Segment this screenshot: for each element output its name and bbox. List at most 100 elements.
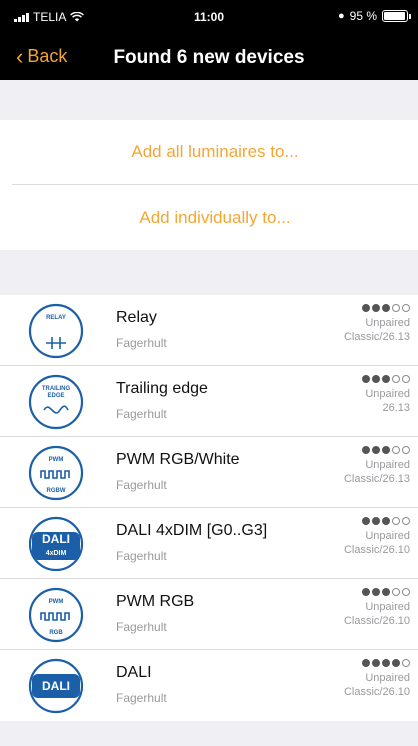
firmware-version: Classic/26.10	[343, 686, 410, 698]
signal-dot	[402, 588, 410, 596]
pairing-status: Unpaired	[365, 317, 410, 329]
signal-strength-indicator	[344, 516, 410, 526]
signal-strength-indicator	[344, 587, 410, 597]
icon-label-top: DALI	[42, 679, 70, 693]
signal-dot	[362, 446, 370, 454]
device-manufacturer: Fagerhult	[116, 620, 167, 634]
add-actions-group: Add all luminaires to... Add individuall…	[0, 120, 418, 250]
signal-dot	[382, 659, 390, 667]
device-name: DALI	[116, 664, 152, 681]
signal-strength-indicator	[362, 374, 410, 384]
pwm-rgbw-icon: PWM RGBW	[28, 445, 84, 501]
navigation-bar: ‹ Back Found 6 new devices	[0, 36, 418, 80]
pairing-status: Unpaired	[365, 601, 410, 613]
section-spacer	[0, 80, 418, 120]
device-meta: Unpaired 26.13	[362, 374, 410, 415]
signal-dot	[402, 517, 410, 525]
firmware-version: Classic/26.10	[343, 544, 410, 556]
device-row[interactable]: PWM RGB PWM RGB Fagerhult Unpaired Classic…	[0, 579, 418, 650]
section-spacer	[0, 250, 418, 295]
device-row[interactable]: DALI DALI Fagerhult Unpaired Classic/26.1…	[0, 650, 418, 721]
pairing-status: Unpaired	[365, 530, 410, 542]
icon-label-bottom: RGBW	[47, 488, 66, 494]
signal-dot	[362, 375, 370, 383]
icon-label-top: PWM	[49, 599, 64, 605]
signal-dot	[382, 304, 390, 312]
signal-dot	[402, 659, 410, 667]
device-list: RELAY Relay Fagerhult Unpaired Classic/26…	[0, 295, 418, 721]
icon-label-top: DALI	[42, 532, 70, 546]
device-manufacturer: Fagerhult	[116, 336, 167, 350]
icon-label-bottom: EDGE	[47, 393, 64, 399]
device-manufacturer: Fagerhult	[116, 407, 167, 421]
device-row[interactable]: RELAY Relay Fagerhult Unpaired Classic/26…	[0, 295, 418, 366]
firmware-version: Classic/26.13	[343, 331, 410, 343]
signal-dot	[362, 304, 370, 312]
signal-dot	[372, 588, 380, 596]
signal-strength-indicator	[344, 658, 410, 668]
signal-strength-indicator	[344, 303, 410, 313]
device-meta: Unpaired Classic/26.13	[344, 445, 410, 486]
signal-dot	[392, 446, 400, 454]
device-name: PWM RGB/White	[116, 451, 240, 468]
firmware-version: Classic/26.13	[343, 473, 410, 485]
signal-dot	[392, 304, 400, 312]
battery-icon	[382, 10, 411, 22]
pwm-rgb-icon: PWM RGB	[28, 587, 84, 643]
orientation-lock-icon: ●	[337, 10, 345, 22]
bottom-spacer	[0, 721, 418, 746]
signal-dot	[392, 588, 400, 596]
signal-dot	[372, 304, 380, 312]
dali-4xdim-icon: DALI 4xDIM	[28, 516, 84, 572]
add-individually-button[interactable]: Add individually to...	[12, 185, 418, 250]
signal-dot	[372, 446, 380, 454]
device-name: Trailing edge	[116, 380, 208, 397]
device-row[interactable]: TRAILING EDGE Trailing edge Fagerhult Unpa…	[0, 366, 418, 437]
pairing-status: Unpaired	[365, 672, 410, 684]
device-name: DALI 4xDIM [G0..G3]	[116, 522, 268, 539]
signal-dot	[392, 517, 400, 525]
relay-icon: RELAY	[28, 303, 84, 359]
device-meta: Unpaired Classic/26.13	[344, 303, 410, 344]
signal-dot	[392, 659, 400, 667]
battery-percent: 95 %	[349, 9, 377, 23]
device-manufacturer: Fagerhult	[116, 691, 167, 705]
signal-dot	[372, 517, 380, 525]
icon-label-top: PWM	[49, 457, 64, 463]
device-meta: Unpaired Classic/26.10	[344, 516, 410, 557]
device-meta: Unpaired Classic/26.10	[344, 658, 410, 699]
add-all-luminaires-button[interactable]: Add all luminaires to...	[12, 120, 418, 185]
signal-dot	[382, 588, 390, 596]
device-manufacturer: Fagerhult	[116, 549, 167, 563]
signal-dot	[362, 517, 370, 525]
signal-dot	[382, 375, 390, 383]
signal-dot	[402, 446, 410, 454]
device-row[interactable]: DALI 4xDIM DALI 4xDIM [G0..G3] Fagerhult U…	[0, 508, 418, 579]
signal-dot	[382, 517, 390, 525]
device-name: Relay	[116, 309, 157, 326]
signal-strength-indicator	[344, 445, 410, 455]
dali-icon: DALI	[28, 658, 84, 714]
signal-dot	[402, 375, 410, 383]
signal-dot	[392, 375, 400, 383]
signal-dot	[372, 375, 380, 383]
icon-label-top: RELAY	[46, 315, 66, 321]
icon-label-top: TRAILING	[42, 386, 71, 392]
signal-dot	[402, 304, 410, 312]
pairing-status: Unpaired	[365, 388, 410, 400]
firmware-version: Classic/26.10	[343, 615, 410, 627]
icon-label-bottom: RGB	[49, 630, 63, 636]
signal-dot	[382, 446, 390, 454]
battery-indicator: ● 95 %	[337, 9, 411, 23]
pairing-status: Unpaired	[365, 459, 410, 471]
device-row[interactable]: PWM RGBW PWM RGB/White Fagerhult Unpaired …	[0, 437, 418, 508]
icon-label-bottom: 4xDIM	[46, 550, 67, 557]
device-meta: Unpaired Classic/26.10	[344, 587, 410, 628]
page-title: Found 6 new devices	[113, 47, 305, 68]
device-manufacturer: Fagerhult	[116, 478, 167, 492]
signal-dot	[362, 659, 370, 667]
device-name: PWM RGB	[116, 593, 195, 610]
firmware-version: 26.13	[382, 402, 410, 414]
signal-dot	[362, 588, 370, 596]
trailing-edge-icon: TRAILINGEDGE	[28, 374, 84, 430]
